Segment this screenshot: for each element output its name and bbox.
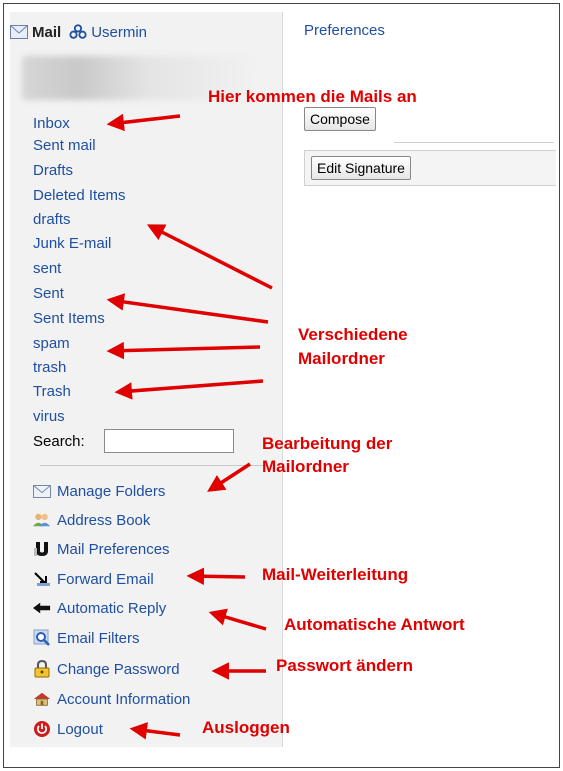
reply-icon [33, 599, 51, 617]
contacts-icon [33, 511, 51, 529]
folder-junk-email[interactable]: Junk E-mail [33, 233, 111, 255]
sidebar-header: Mail Usermin [10, 20, 147, 44]
annotation-forward: Mail-Weiterleitung [262, 565, 409, 584]
folder-sent-items[interactable]: Sent Items [33, 308, 105, 330]
usermin-link[interactable]: Usermin [91, 24, 147, 41]
envelope-icon [33, 482, 51, 500]
menu-manage-folders[interactable]: Manage Folders [33, 479, 165, 503]
compose-button[interactable]: Compose [304, 107, 376, 131]
mail-envelope-icon [10, 23, 28, 41]
menu-label[interactable]: Manage Folders [57, 483, 165, 500]
menu-label[interactable]: Mail Preferences [57, 541, 170, 558]
menu-label[interactable]: Forward Email [57, 571, 154, 588]
preferences-icon [33, 540, 51, 558]
folder-drafts-lower[interactable]: drafts [33, 209, 71, 231]
menu-label[interactable]: Email Filters [57, 630, 140, 647]
menu-label[interactable]: Logout [57, 721, 103, 738]
lock-icon [33, 660, 51, 678]
annotation-folders-1: Verschiedene [298, 325, 408, 344]
annotation-reply: Automatische Antwort [284, 615, 465, 634]
annotation-inbox: Hier kommen die Mails an [208, 87, 417, 106]
sidebar-divider [40, 465, 268, 466]
folder-trash-lower[interactable]: trash [33, 357, 66, 379]
filter-icon [33, 629, 51, 647]
menu-label[interactable]: Automatic Reply [57, 600, 166, 617]
menu-mail-preferences[interactable]: Mail Preferences [33, 537, 170, 561]
annotation-manage-2: Mailordner [262, 457, 349, 476]
folder-sent[interactable]: Sent [33, 283, 64, 305]
forward-icon [33, 570, 51, 588]
menu-forward-email[interactable]: Forward Email [33, 567, 154, 591]
folder-drafts[interactable]: Drafts [33, 160, 73, 182]
usermin-logo-icon [69, 23, 87, 41]
preferences-link[interactable]: Preferences [304, 20, 385, 42]
menu-automatic-reply[interactable]: Automatic Reply [33, 596, 166, 620]
annotation-password: Passwort ändern [276, 656, 413, 675]
annotation-manage-1: Bearbeitung der [262, 434, 393, 453]
menu-change-password[interactable]: Change Password [33, 657, 180, 681]
menu-email-filters[interactable]: Email Filters [33, 626, 140, 650]
folder-deleted-items[interactable]: Deleted Items [33, 185, 126, 207]
annotation-logout: Ausloggen [202, 718, 290, 737]
edit-signature-button[interactable]: Edit Signature [311, 156, 411, 180]
folder-sent-mail[interactable]: Sent mail [33, 135, 96, 157]
menu-address-book[interactable]: Address Book [33, 508, 150, 532]
home-icon [33, 690, 51, 708]
menu-label[interactable]: Change Password [57, 661, 180, 678]
folder-trash[interactable]: Trash [33, 381, 71, 403]
search-input[interactable] [104, 429, 234, 453]
mail-title: Mail [32, 23, 62, 41]
menu-label[interactable]: Account Information [57, 691, 190, 708]
menu-account-information[interactable]: Account Information [33, 687, 190, 711]
folder-sent-lower[interactable]: sent [33, 258, 61, 280]
annotation-folders-2: Mailordner [298, 349, 385, 368]
menu-label[interactable]: Address Book [57, 512, 150, 529]
search-label: Search: [33, 433, 85, 450]
folder-inbox[interactable]: Inbox [33, 113, 70, 135]
power-icon [33, 720, 51, 738]
folder-virus[interactable]: virus [33, 406, 65, 428]
menu-logout[interactable]: Logout [33, 717, 103, 741]
content-divider [394, 142, 554, 143]
folder-spam[interactable]: spam [33, 333, 70, 355]
